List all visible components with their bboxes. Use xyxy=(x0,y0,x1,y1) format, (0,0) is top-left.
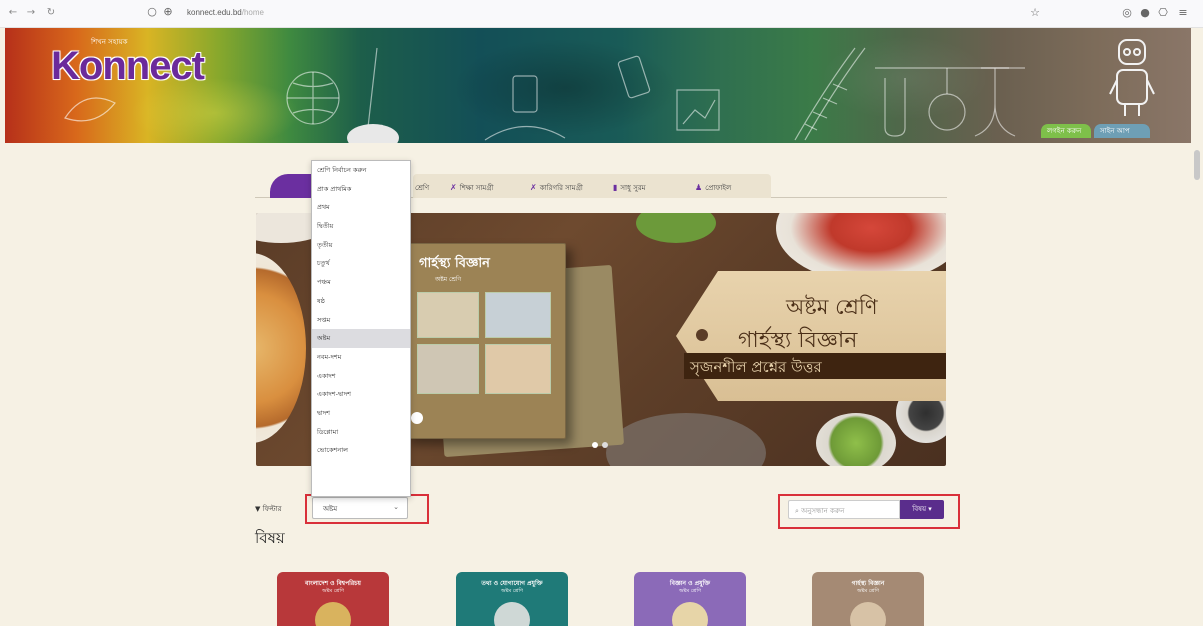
card-cover-art xyxy=(315,602,351,626)
pan xyxy=(606,413,766,466)
class-dropdown-list[interactable]: শ্রেণি নির্বাচন করুন প্রাক প্রাথমিক প্রথম দ… xyxy=(311,160,411,497)
carousel-dot[interactable] xyxy=(602,442,608,448)
carousel-dots xyxy=(592,441,612,451)
tab-class[interactable]: শ্রেণি xyxy=(415,182,429,194)
menu-icon[interactable]: ≡ xyxy=(1176,6,1190,20)
star-icon[interactable]: ☆ xyxy=(1028,6,1042,20)
page-scrollbar[interactable] xyxy=(1194,150,1200,180)
dropdown-option[interactable]: ভোকেশনাল xyxy=(312,441,410,460)
filter-label: ▼ ফিল্টার xyxy=(255,505,282,513)
header-banner: শিখন সহায়ক Konnect লগইন করুন সাইন আপ xyxy=(5,28,1191,143)
dropdown-option[interactable]: শ্রেণি নির্বাচন করুন xyxy=(312,161,410,180)
login-button[interactable]: লগইন করুন xyxy=(1041,124,1091,138)
lock-icon[interactable]: ⊕ xyxy=(161,5,175,19)
dropdown-option[interactable]: প্রাক প্রাথমিক xyxy=(312,180,410,199)
dropdown-option[interactable]: প্রথম xyxy=(312,198,410,217)
robot-icon xyxy=(1109,39,1155,116)
dropdown-option[interactable]: নবম-দশম xyxy=(312,348,410,367)
account-icon[interactable]: ● xyxy=(1138,6,1152,20)
dropdown-option[interactable]: সপ্তম xyxy=(312,311,410,330)
dropdown-option[interactable]: একাদশ-দ্বাদশ xyxy=(312,385,410,404)
dropdown-option[interactable]: পঞ্চম xyxy=(312,273,410,292)
tab-learning-material[interactable]: ✗ শিক্ষা সামগ্রী xyxy=(450,182,494,194)
subject-card[interactable]: তথ্য ও যোগাযোগ প্রযুক্তি অষ্টম শ্রেণি xyxy=(456,572,568,626)
address-bar[interactable]: ○ ⊕ konnect.edu.bd/home xyxy=(145,5,1005,23)
highlight-box-filter xyxy=(305,494,429,524)
dropdown-option[interactable]: অষ্টম xyxy=(312,329,410,348)
graduation-icon: ✗ xyxy=(450,183,457,192)
card-cover-art xyxy=(672,602,708,626)
back-icon[interactable]: ← xyxy=(6,6,20,20)
card-cover-art xyxy=(494,602,530,626)
url-text: konnect.edu.bd/home xyxy=(187,8,264,17)
book-photo xyxy=(485,292,551,338)
tab-book[interactable]: ▮ সাধু সুরম xyxy=(613,182,646,194)
card-cover-art xyxy=(850,602,886,626)
book-subtitle: অষ্টম শ্রেণি xyxy=(435,276,462,283)
card-subtitle: অষ্টম শ্রেণি xyxy=(857,588,879,594)
hero-line-3: সৃজনশীল প্রশ্নের উত্তর xyxy=(690,358,822,376)
forward-icon[interactable]: → xyxy=(24,6,38,20)
hero-line-1: অষ্টম শ্রেণি xyxy=(786,295,878,319)
shield-icon: ○ xyxy=(147,5,157,18)
pocket-icon[interactable]: ◎ xyxy=(1120,6,1134,20)
highlight-box-search xyxy=(778,494,960,529)
dropdown-option[interactable]: চতুর্থ xyxy=(312,254,410,273)
dropdown-option[interactable]: দ্বিতীয় xyxy=(312,217,410,236)
extensions-icon[interactable]: ⎔ xyxy=(1156,6,1170,20)
tag-hole xyxy=(696,329,708,341)
book-title: গার্হস্থ্য বিজ্ঞান xyxy=(419,256,490,271)
green-veg xyxy=(636,213,716,243)
card-subtitle: অষ্টম শ্রেণি xyxy=(501,588,523,594)
dropdown-option[interactable]: ষষ্ঠ xyxy=(312,292,410,311)
dropdown-option[interactable]: ডিপ্লোমা xyxy=(312,423,410,442)
subject-card[interactable]: গার্হস্থ্য বিজ্ঞান অষ্টম শ্রেণি xyxy=(812,572,924,626)
book-photo xyxy=(417,292,479,338)
card-subtitle: অষ্টম শ্রেণি xyxy=(322,588,344,594)
graduation-icon: ✗ xyxy=(530,183,537,192)
subject-card[interactable]: বিজ্ঞান ও প্রযুক্তি অষ্টম শ্রেণি xyxy=(634,572,746,626)
tab-technical-material[interactable]: ✗ কারিগরি সামগ্রী xyxy=(530,182,583,194)
green-sauce-bowl xyxy=(816,413,896,466)
user-icon: ♟ xyxy=(695,183,703,192)
dropdown-option[interactable]: দ্বাদশ xyxy=(312,404,410,423)
book-cover: গার্হস্থ্য বিজ্ঞান অষ্টম শ্রেণি xyxy=(404,243,566,439)
pizza-plate xyxy=(256,253,306,443)
tab-profile[interactable]: ♟ প্রোফাইল xyxy=(695,182,731,194)
signup-button[interactable]: সাইন আপ xyxy=(1094,124,1150,138)
subject-card[interactable]: বাংলাদেশ ও বিশ্বপরিচয় অষ্টম শ্রেণি xyxy=(277,572,389,626)
browser-toolbar: ← → ↻ ○ ⊕ konnect.edu.bd/home ☆ ◎ ● ⎔ ≡ xyxy=(0,0,1203,28)
reload-icon[interactable]: ↻ xyxy=(44,6,58,20)
dropdown-option[interactable]: তৃতীয় xyxy=(312,236,410,255)
book-icon: ▮ xyxy=(613,183,618,192)
book-photo xyxy=(485,344,551,394)
card-subtitle: অষ্টম শ্রেণি xyxy=(679,588,701,594)
govt-seal-icon xyxy=(411,412,423,424)
carousel-dot[interactable] xyxy=(592,442,598,448)
section-title: বিষয় xyxy=(255,529,285,547)
logo-text: Konnect xyxy=(51,44,205,88)
dropdown-option[interactable]: একাদশ xyxy=(312,367,410,386)
book-photo xyxy=(417,344,479,394)
